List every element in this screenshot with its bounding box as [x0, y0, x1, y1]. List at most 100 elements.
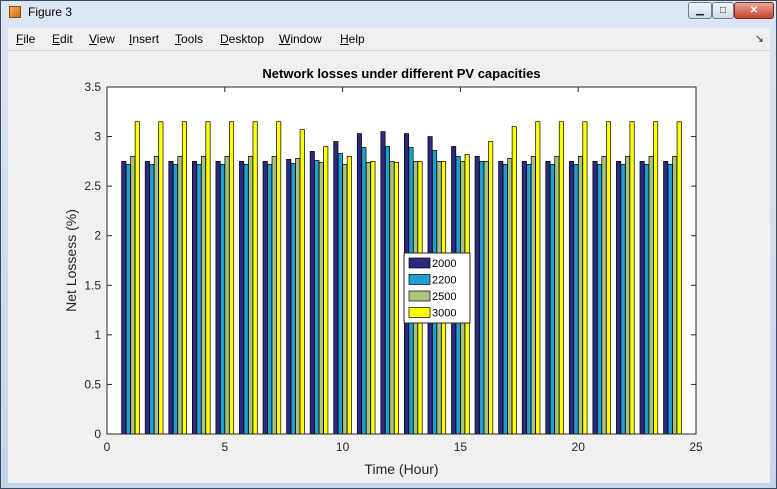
bar-3000-hour-23 [653, 121, 659, 435]
x-tick-label: 0 [104, 440, 111, 454]
bar-2200-hour-11 [361, 147, 367, 435]
legend-label-2000: 2000 [432, 258, 456, 270]
bar-2200-hour-4 [196, 163, 202, 435]
bar-2200-hour-16 [479, 161, 485, 435]
bar-2500-hour-2 [153, 156, 159, 435]
bar-2500-hour-21 [601, 156, 607, 435]
bar-3000-hour-18 [535, 121, 541, 435]
y-tick-label: 0.5 [84, 377, 101, 391]
bar-2200-hour-8 [290, 162, 296, 435]
bar-2500-hour-11 [365, 162, 371, 435]
y-tick-label: 0 [94, 427, 101, 441]
bar-3000-hour-24 [676, 121, 682, 435]
bar-2200-hour-12 [384, 146, 390, 435]
bar-2000-hour-8 [286, 159, 292, 435]
legend-swatch-2500 [408, 290, 431, 302]
y-tick-label: 1 [94, 328, 101, 342]
bar-2500-hour-8 [295, 158, 301, 435]
bar-2200-hour-17 [502, 163, 508, 435]
bar-2200-hour-23 [644, 163, 650, 435]
bar-2500-hour-3 [177, 156, 183, 435]
bar-2200-hour-6 [243, 163, 249, 435]
bar-2200-hour-7 [267, 163, 273, 435]
bar-2200-hour-2 [149, 163, 155, 435]
bar-2000-hour-6 [239, 161, 245, 435]
bar-2500-hour-12 [389, 161, 395, 435]
bar-2500-hour-1 [130, 156, 136, 435]
bar-3000-hour-1 [134, 121, 140, 435]
bar-2000-hour-10 [333, 141, 339, 435]
bar-2200-hour-19 [549, 163, 555, 435]
bar-2000-hour-23 [639, 161, 645, 435]
bar-3000-hour-22 [629, 121, 635, 435]
bar-2500-hour-17 [507, 158, 513, 435]
bar-2500-hour-19 [554, 156, 560, 435]
bar-2000-hour-12 [380, 131, 386, 435]
bar-2000-hour-5 [215, 161, 221, 435]
bar-2000-hour-4 [191, 161, 197, 435]
bar-3000-hour-9 [323, 146, 329, 435]
bar-2500-hour-18 [530, 156, 536, 435]
bar-3000-hour-4 [205, 121, 211, 435]
x-tick-label: 5 [221, 440, 228, 454]
bar-2000-hour-3 [168, 161, 174, 435]
legend-label-2200: 2200 [432, 275, 456, 287]
bar-2000-hour-21 [592, 161, 598, 435]
bar-2000-hour-20 [568, 161, 574, 435]
bar-3000-hour-2 [158, 121, 164, 435]
bar-2000-hour-17 [498, 161, 504, 435]
bar-2000-hour-24 [663, 161, 669, 435]
bar-2200-hour-22 [620, 163, 626, 435]
bar-2200-hour-18 [526, 163, 532, 435]
bar-2000-hour-11 [356, 133, 362, 435]
bar-2000-hour-2 [144, 161, 150, 435]
bar-3000-hour-7 [276, 121, 282, 435]
bar-3000-hour-12 [393, 162, 399, 435]
y-tick-label: 2 [94, 229, 101, 243]
bar-3000-hour-6 [252, 121, 258, 435]
bar-2200-hour-20 [573, 163, 579, 435]
bar-3000-hour-16 [488, 141, 494, 435]
bar-2000-hour-22 [616, 161, 622, 435]
bar-3000-hour-17 [511, 126, 517, 435]
bar-3000-hour-5 [229, 121, 235, 435]
legend-swatch-3000 [408, 307, 431, 318]
bar-3000-hour-8 [299, 129, 305, 435]
bar-2500-hour-24 [672, 156, 678, 435]
legend-label-2500: 2500 [432, 291, 456, 303]
y-tick-label: 3.5 [84, 80, 101, 94]
bar-2500-hour-6 [248, 156, 254, 435]
chart-svg: 0 0.5 1 1.5 2 2.5 3 3.5 0 5 10 15 20 25 Network losses… [63, 66, 703, 477]
x-tick-label: 20 [572, 440, 586, 454]
legend-swatch-2200 [408, 274, 431, 285]
bar-2500-hour-9 [318, 162, 324, 435]
bar-2500-hour-4 [200, 156, 206, 435]
bar-2500-hour-23 [648, 156, 654, 435]
bar-2000-hour-16 [474, 156, 480, 435]
bar-2200-hour-9 [314, 160, 320, 435]
bar-2200-hour-3 [172, 163, 178, 435]
bar-3000-hour-21 [606, 121, 612, 435]
bar-2200-hour-5 [220, 163, 226, 435]
y-tick-label: 1.5 [84, 278, 101, 292]
bar-2200-hour-10 [337, 153, 343, 435]
x-tick-label: 25 [689, 440, 703, 454]
bar-2500-hour-10 [342, 163, 348, 435]
bar-3000-hour-11 [370, 161, 376, 435]
bar-2500-hour-5 [224, 156, 230, 435]
bar-3000-hour-20 [582, 121, 588, 435]
bar-2500-hour-22 [625, 156, 631, 435]
bar-3000-hour-10 [346, 156, 352, 435]
bar-2500-hour-16 [483, 161, 489, 435]
bar-3000-hour-3 [181, 121, 187, 435]
y-tick-label: 3 [94, 130, 101, 144]
bar-2200-hour-1 [125, 163, 131, 435]
y-axis-label: Net Lossess (%) [63, 209, 79, 312]
bar-3000-hour-19 [558, 121, 564, 435]
y-tick-label: 2.5 [84, 179, 101, 193]
legend-swatch-2000 [408, 257, 431, 269]
bar-2000-hour-19 [545, 161, 551, 435]
x-tick-label: 10 [336, 440, 350, 454]
bar-2000-hour-9 [309, 151, 315, 435]
x-axis-label: Time (Hour) [364, 461, 438, 477]
